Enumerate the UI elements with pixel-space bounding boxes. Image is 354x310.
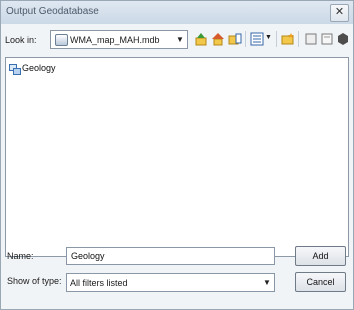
delete-button[interactable] <box>303 30 319 48</box>
delete-icon <box>305 33 317 45</box>
options-button[interactable] <box>335 30 351 48</box>
dropdown-arrow-icon: ▼ <box>176 35 184 44</box>
close-icon: ✕ <box>334 6 345 18</box>
dialog-title: Output Geodatabase <box>6 6 99 17</box>
name-field[interactable]: Geology <box>66 247 275 265</box>
look-in-value: WMA_map_MAH.mdb <box>70 35 160 45</box>
list-item-label: Geology <box>22 63 56 73</box>
show-of-type-dropdown[interactable]: All filters listed ▼ <box>66 273 275 292</box>
home-icon <box>212 33 224 46</box>
output-geodatabase-dialog: Output Geodatabase ✕ Look in: WMA_map_MA… <box>0 0 354 310</box>
new-folder-button[interactable] <box>280 30 296 48</box>
look-in-dropdown[interactable]: WMA_map_MAH.mdb ▼ <box>50 30 188 49</box>
toolbar-separator <box>245 31 246 47</box>
connect-folder-button[interactable] <box>227 30 243 48</box>
database-icon <box>55 34 68 46</box>
close-button[interactable]: ✕ <box>330 4 349 22</box>
options-icon <box>338 33 348 45</box>
refresh-button[interactable] <box>319 30 335 48</box>
look-in-label: Look in: <box>5 35 37 45</box>
home-button[interactable] <box>210 30 226 48</box>
refresh-icon <box>321 33 333 45</box>
add-button[interactable]: Add <box>295 246 346 266</box>
view-menu-icon <box>250 32 264 46</box>
file-list[interactable]: Geology <box>5 57 349 257</box>
feature-class-icon <box>9 64 21 75</box>
up-one-level-button[interactable] <box>193 30 209 48</box>
show-of-type-value: All filters listed <box>70 278 128 288</box>
new-folder-icon <box>281 33 294 45</box>
up-one-level-icon <box>195 33 207 46</box>
dialog-body: Look in: WMA_map_MAH.mdb ▼ ▼ Geology Nam… <box>1 24 353 309</box>
dropdown-arrow-icon: ▼ <box>263 278 271 287</box>
name-label: Name: <box>7 251 34 261</box>
view-menu-button[interactable] <box>249 30 265 48</box>
toolbar-separator <box>298 31 299 47</box>
toolbar-separator <box>276 31 277 47</box>
show-of-type-label: Show of type: <box>7 276 62 286</box>
connect-folder-icon <box>228 33 242 45</box>
title-bar: Output Geodatabase ✕ <box>1 1 353 24</box>
view-menu-arrow-icon[interactable]: ▼ <box>265 34 272 41</box>
cancel-button[interactable]: Cancel <box>295 272 346 292</box>
